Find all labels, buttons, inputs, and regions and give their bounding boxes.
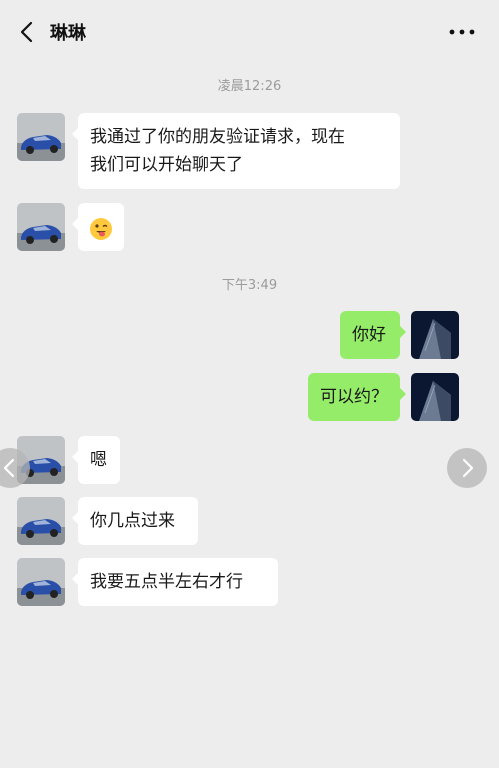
- winking-tongue-face-emoji: [90, 218, 112, 240]
- timestamp: 下午3:49: [221, 278, 278, 293]
- message-bubble[interactable]: 可以约？: [308, 373, 406, 421]
- message-bubble[interactable]: 你几点过来: [72, 497, 198, 545]
- next-image-button[interactable]: [447, 448, 487, 488]
- car-avatar-icon: [17, 203, 65, 251]
- chat-header: 琳琳: [0, 0, 499, 64]
- timestamp: 凌晨12:26: [217, 79, 282, 94]
- message-bubble[interactable]: 我通过了你的朋友验证请求，现在 我们可以开始聊天了: [72, 113, 400, 189]
- back-button[interactable]: [14, 18, 42, 46]
- message-bubble[interactable]: 嗯: [72, 436, 120, 484]
- message-text: 我要五点半左右才行: [90, 572, 243, 592]
- contact-avatar[interactable]: [17, 113, 65, 161]
- message-bubble[interactable]: 你好: [340, 311, 406, 359]
- self-avatar[interactable]: [411, 373, 459, 421]
- chevron-left-icon: [20, 21, 33, 43]
- message-bubble[interactable]: 我要五点半左右才行: [72, 558, 278, 606]
- message-text: 你几点过来: [90, 511, 175, 531]
- chevron-right-icon: [462, 458, 474, 478]
- message-bubble[interactable]: [72, 203, 124, 251]
- message-text: 嗯: [90, 450, 107, 470]
- building-avatar-icon: [411, 373, 459, 421]
- prev-image-button[interactable]: [0, 448, 30, 488]
- chat-title: 琳琳: [50, 23, 86, 44]
- car-avatar-icon: [17, 497, 65, 545]
- message-line: 我通过了你的朋友验证请求，现在: [90, 127, 345, 147]
- more-button[interactable]: [447, 22, 477, 42]
- contact-avatar[interactable]: [17, 497, 65, 545]
- self-avatar[interactable]: [411, 311, 459, 359]
- message-text: 你好: [352, 325, 386, 345]
- chevron-left-icon: [3, 458, 15, 478]
- more-dots-icon: [449, 29, 475, 35]
- car-avatar-icon: [17, 113, 65, 161]
- message-text: 可以约？: [320, 387, 388, 407]
- car-avatar-icon: [17, 558, 65, 606]
- message-line: 我们可以开始聊天了: [90, 155, 243, 175]
- contact-avatar[interactable]: [17, 558, 65, 606]
- contact-avatar[interactable]: [17, 203, 65, 251]
- building-avatar-icon: [411, 311, 459, 359]
